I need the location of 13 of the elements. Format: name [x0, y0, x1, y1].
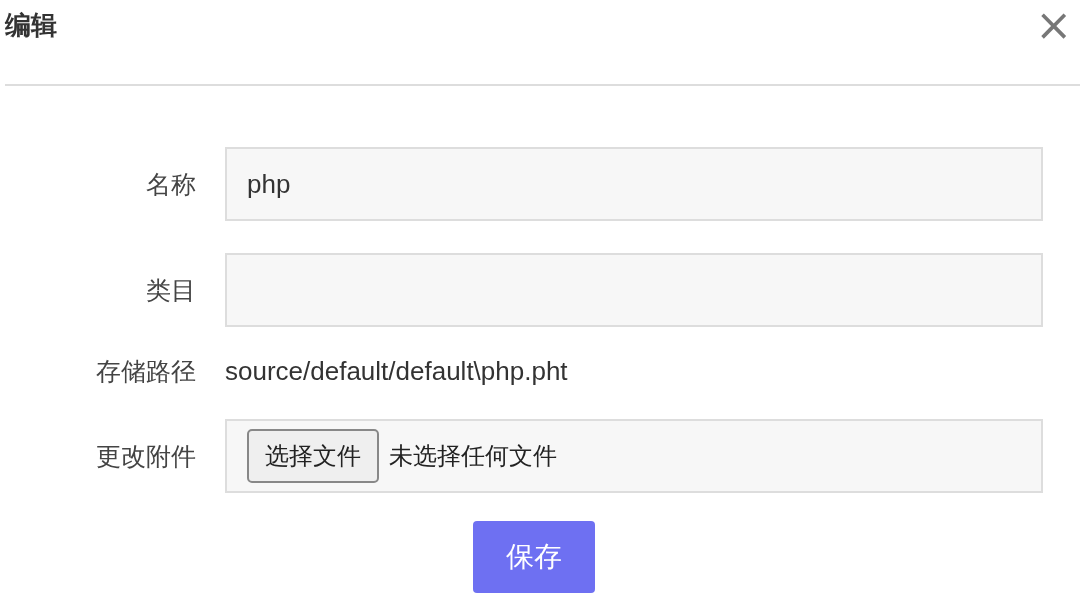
field-label: 存储路径: [95, 355, 197, 388]
input-field[interactable]: [225, 253, 1043, 327]
save-button[interactable]: 保存: [473, 521, 595, 593]
choose-file-button[interactable]: 选择文件: [247, 429, 379, 483]
dialog-title: 编辑: [5, 8, 57, 42]
file-status: 未选择任何文件: [389, 441, 557, 471]
close-button[interactable]: ×: [1035, 3, 1078, 47]
field-label: 更改附件: [95, 440, 197, 473]
path-text: source/default/default\php.pht: [225, 355, 568, 387]
field-label: 名称: [145, 168, 197, 201]
field-label: 类目: [145, 274, 197, 307]
file-field[interactable]: 选择文件 未选择任何文件: [225, 419, 1043, 493]
input-field[interactable]: php: [225, 147, 1043, 221]
